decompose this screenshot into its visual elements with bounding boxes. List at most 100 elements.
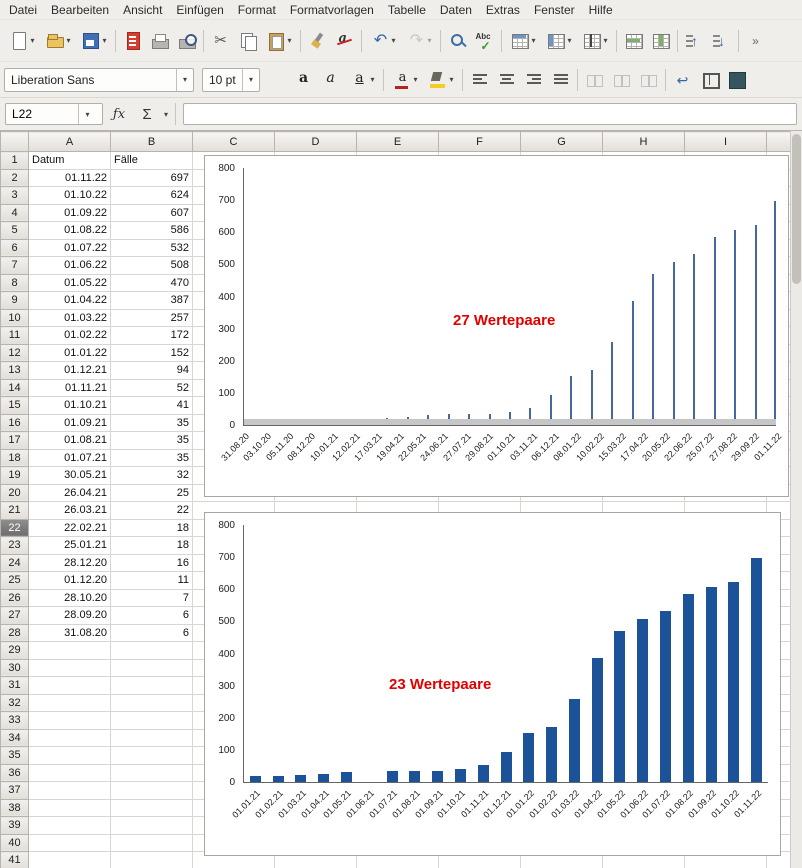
dropdown-arrow-icon[interactable]: ▾ bbox=[102, 36, 106, 45]
print-preview-button[interactable] bbox=[173, 27, 200, 55]
cell-B24[interactable]: 16 bbox=[111, 554, 193, 572]
dropdown-arrow-icon[interactable]: ▾ bbox=[567, 36, 571, 45]
cell-A22[interactable]: 22.02.21 bbox=[29, 519, 111, 537]
row-header-11[interactable]: 11 bbox=[1, 327, 29, 345]
cell-A8[interactable]: 01.05.22 bbox=[29, 274, 111, 292]
cell-A29[interactable] bbox=[29, 642, 111, 660]
menu-einfügen[interactable]: Einfügen bbox=[169, 1, 230, 19]
sum-dropdown-icon[interactable]: ▾ bbox=[164, 110, 168, 119]
cell-A41[interactable] bbox=[29, 852, 111, 868]
row-header-14[interactable]: 14 bbox=[1, 379, 29, 397]
cell-A36[interactable] bbox=[29, 764, 111, 782]
row-header-7[interactable]: 7 bbox=[1, 257, 29, 275]
row-header-27[interactable]: 27 bbox=[1, 607, 29, 625]
cell-B21[interactable]: 22 bbox=[111, 502, 193, 520]
freeze-panes-button[interactable]: ▾ bbox=[577, 27, 613, 55]
cell-A24[interactable]: 28.12.20 bbox=[29, 554, 111, 572]
print-button[interactable] bbox=[146, 27, 173, 55]
cell-A30[interactable] bbox=[29, 659, 111, 677]
underline-button[interactable]: a▾ bbox=[344, 66, 380, 94]
save-button[interactable]: ▾ bbox=[76, 27, 112, 55]
open-button[interactable]: ▾ bbox=[40, 27, 76, 55]
row-header-23[interactable]: 23 bbox=[1, 537, 29, 555]
font-name-combobox[interactable]: Liberation Sans ▾ bbox=[4, 68, 194, 92]
row-header-41[interactable]: 41 bbox=[1, 852, 29, 868]
cell-A18[interactable]: 01.07.21 bbox=[29, 449, 111, 467]
row-header-34[interactable]: 34 bbox=[1, 729, 29, 747]
cell-B2[interactable]: 697 bbox=[111, 169, 193, 187]
row-header-35[interactable]: 35 bbox=[1, 747, 29, 765]
cell-A28[interactable]: 31.08.20 bbox=[29, 624, 111, 642]
cell-A35[interactable] bbox=[29, 747, 111, 765]
cell-B41[interactable] bbox=[111, 852, 193, 868]
row-header-28[interactable]: 28 bbox=[1, 624, 29, 642]
cell-B15[interactable]: 41 bbox=[111, 397, 193, 415]
highlight-color-button[interactable]: ▾ bbox=[423, 66, 459, 94]
cell-B33[interactable] bbox=[111, 712, 193, 730]
row-header-3[interactable]: 3 bbox=[1, 187, 29, 205]
cell-B3[interactable]: 624 bbox=[111, 187, 193, 205]
dropdown-arrow-icon[interactable]: ▾ bbox=[427, 36, 431, 45]
cell-A17[interactable]: 01.08.21 bbox=[29, 432, 111, 450]
cell-B32[interactable] bbox=[111, 694, 193, 712]
dropdown-arrow-icon[interactable]: ▾ bbox=[287, 36, 291, 45]
insert-column-button[interactable] bbox=[647, 27, 674, 55]
cell-A27[interactable]: 28.09.20 bbox=[29, 607, 111, 625]
align-left-button[interactable] bbox=[466, 66, 493, 94]
cell-A19[interactable]: 30.05.21 bbox=[29, 467, 111, 485]
row-header-9[interactable]: 9 bbox=[1, 292, 29, 310]
sum-button[interactable] bbox=[135, 102, 159, 126]
cell-A1[interactable]: Datum bbox=[29, 152, 111, 170]
cell-B36[interactable] bbox=[111, 764, 193, 782]
cell-B40[interactable] bbox=[111, 834, 193, 852]
paste-button[interactable]: ▾ bbox=[261, 27, 297, 55]
cell-A12[interactable]: 01.01.22 bbox=[29, 344, 111, 362]
dropdown-arrow-icon[interactable]: ▾ bbox=[413, 75, 417, 84]
cell-B16[interactable]: 35 bbox=[111, 414, 193, 432]
vertical-scrollbar[interactable] bbox=[790, 131, 802, 868]
cell-B22[interactable]: 18 bbox=[111, 519, 193, 537]
column-header-E[interactable]: E bbox=[357, 132, 439, 152]
cell-B5[interactable]: 586 bbox=[111, 222, 193, 240]
row-header-33[interactable]: 33 bbox=[1, 712, 29, 730]
chevron-down-icon[interactable]: ▾ bbox=[78, 104, 96, 124]
cell-B1[interactable]: Fälle bbox=[111, 152, 193, 170]
cell-A13[interactable]: 01.12.21 bbox=[29, 362, 111, 380]
merge-cells-button[interactable] bbox=[581, 66, 608, 94]
column-header-C[interactable]: C bbox=[193, 132, 275, 152]
row-header-29[interactable]: 29 bbox=[1, 642, 29, 660]
row-header-24[interactable]: 24 bbox=[1, 554, 29, 572]
cell-B23[interactable]: 18 bbox=[111, 537, 193, 555]
cell-A39[interactable] bbox=[29, 817, 111, 835]
menu-extras[interactable]: Extras bbox=[479, 1, 527, 19]
row-header-17[interactable]: 17 bbox=[1, 432, 29, 450]
column-header-A[interactable]: A bbox=[29, 132, 111, 152]
cell-B7[interactable]: 508 bbox=[111, 257, 193, 275]
cell-A23[interactable]: 25.01.21 bbox=[29, 537, 111, 555]
cell-A5[interactable]: 01.08.22 bbox=[29, 222, 111, 240]
row-header-6[interactable]: 6 bbox=[1, 239, 29, 257]
column-header-partial[interactable] bbox=[767, 132, 791, 152]
cell-A6[interactable]: 01.07.22 bbox=[29, 239, 111, 257]
row-header-37[interactable]: 37 bbox=[1, 782, 29, 800]
cell-B30[interactable] bbox=[111, 659, 193, 677]
sort-ascending-button[interactable]: ↑ bbox=[681, 27, 708, 55]
menu-fenster[interactable]: Fenster bbox=[527, 1, 582, 19]
menu-formatvorlagen[interactable]: Formatvorlagen bbox=[283, 1, 381, 19]
cell-B34[interactable] bbox=[111, 729, 193, 747]
row-header-30[interactable]: 30 bbox=[1, 659, 29, 677]
cell-B4[interactable]: 607 bbox=[111, 204, 193, 222]
dropdown-arrow-icon[interactable]: ▾ bbox=[603, 36, 607, 45]
redo-button[interactable]: ↷▾ bbox=[401, 27, 437, 55]
cell-A11[interactable]: 01.02.22 bbox=[29, 327, 111, 345]
cell-B35[interactable] bbox=[111, 747, 193, 765]
cell-A15[interactable]: 01.10.21 bbox=[29, 397, 111, 415]
row-header-18[interactable]: 18 bbox=[1, 449, 29, 467]
undo-button[interactable]: ↶▾ bbox=[365, 27, 401, 55]
clear-formatting-button[interactable] bbox=[331, 27, 358, 55]
row-header-20[interactable]: 20 bbox=[1, 484, 29, 502]
find-replace-button[interactable] bbox=[444, 27, 471, 55]
cell-B27[interactable]: 6 bbox=[111, 607, 193, 625]
row-header-26[interactable]: 26 bbox=[1, 589, 29, 607]
cell-B38[interactable] bbox=[111, 799, 193, 817]
